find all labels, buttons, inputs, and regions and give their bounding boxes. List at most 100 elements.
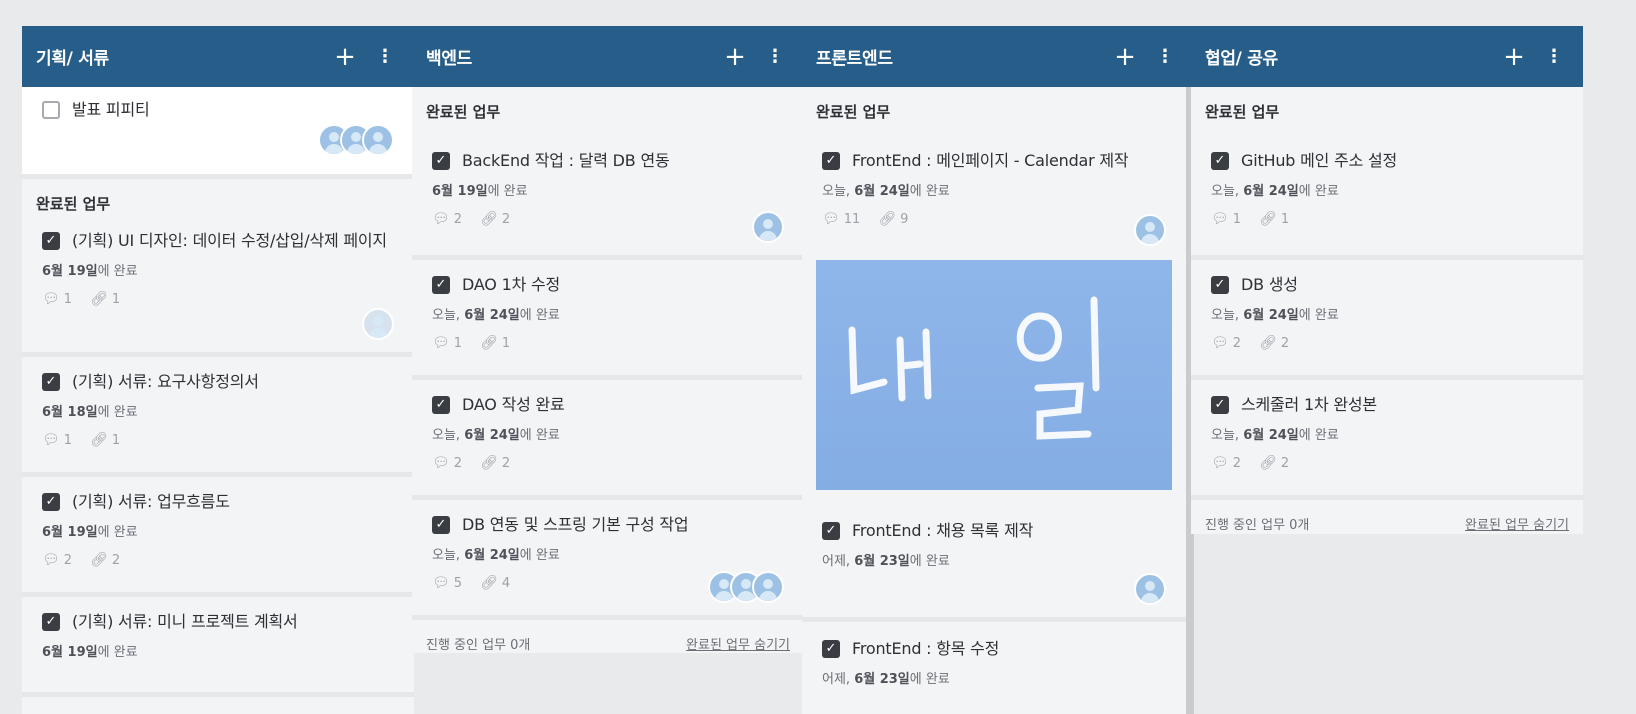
task-title: 스케줄러 1차 완성본	[1241, 395, 1377, 414]
task-title: (기획) UI 디자인: 데이터 수정/삽입/삭제 페이지	[72, 231, 387, 250]
completed-date: 오늘, 6월 24일에 완료	[1211, 308, 1339, 323]
task-title: FrontEnd : 메인페이지 - Calendar 제작	[852, 151, 1129, 170]
hide-completed-link[interactable]: 완료된 업무 숨기기	[1465, 514, 1569, 533]
checkbox-checked-icon[interactable]: ✓	[42, 493, 60, 511]
column-title: 프론트엔드	[816, 49, 893, 69]
completed-date: 오늘, 6월 24일에 완료	[432, 308, 560, 323]
task-card[interactable]: ✓ 스케줄러 1차 완성본 오늘, 6월 24일에 완료 💬︎ 2 🔗︎ 2	[1191, 380, 1583, 500]
assignees	[752, 211, 784, 243]
add-task-button[interactable]: +	[1499, 44, 1529, 70]
task-title: DAO 작성 완료	[462, 395, 565, 414]
task-card[interactable]: ✓ DB 연동 및 스프링 기본 구성 작업 오늘, 6월 24일에 완료 💬︎…	[412, 500, 804, 620]
comment-icon: 💬︎	[42, 552, 60, 568]
task-title: FrontEnd : 항목 수정	[852, 639, 1000, 658]
section-title: 완료된 업무	[1205, 103, 1280, 121]
task-title: FrontEnd : 채용 목록 제작	[852, 521, 1034, 540]
completed-date: 어제, 6월 23일에 완료	[822, 554, 950, 569]
section-title: 완료된 업무	[36, 195, 111, 213]
column-title: 협업/ 공유	[1205, 49, 1278, 69]
avatar	[362, 308, 394, 340]
checkbox-checked-icon[interactable]: ✓	[42, 373, 60, 391]
paperclip-icon: 🔗︎	[480, 211, 498, 227]
card-cover-image	[816, 260, 1172, 490]
checkbox-checked-icon[interactable]: ✓	[1211, 152, 1229, 170]
checkbox-unchecked-icon[interactable]	[42, 101, 60, 119]
add-task-button[interactable]: +	[1110, 44, 1140, 70]
task-card[interactable]: ✓ DAO 작성 완료 오늘, 6월 24일에 완료 💬︎ 2 🔗︎ 2	[412, 380, 804, 500]
task-card[interactable]: ✓ DB 생성 오늘, 6월 24일에 완료 💬︎ 2 🔗︎ 2	[1191, 260, 1583, 380]
checkbox-checked-icon[interactable]: ✓	[432, 276, 450, 294]
in-progress-count: 진행 중인 업무 0개	[426, 638, 531, 653]
column-planning: 기획/ 서류 + ⋮ 발표 피피티 완료된 업무 ✓ (기획) UI 디자인: …	[22, 26, 414, 714]
comment-icon: 💬︎	[1211, 211, 1229, 227]
assignees	[362, 308, 394, 340]
task-title: (기획) 서류: 미니 프로젝트 계획서	[72, 612, 298, 631]
checkbox-checked-icon[interactable]: ✓	[822, 522, 840, 540]
paperclip-icon: 🔗︎	[90, 291, 108, 307]
column-more-button[interactable]: ⋮	[370, 46, 400, 67]
task-counts: 💬︎ 1 🔗︎ 1	[42, 291, 121, 307]
section-title: 완료된 업무	[816, 103, 891, 121]
checkbox-checked-icon[interactable]: ✓	[42, 232, 60, 250]
avatar	[752, 211, 784, 243]
checkbox-checked-icon[interactable]: ✓	[822, 152, 840, 170]
paperclip-icon: 🔗︎	[90, 432, 108, 448]
task-title: GitHub 메인 주소 설정	[1241, 151, 1398, 170]
column-footer: 진행 중인 업무 0개 완료된 업무 숨기기	[412, 620, 804, 653]
task-card[interactable]: ✓ (기획) 서류: 요구사항정의서 6월 18일에 완료 💬︎ 1 🔗︎ 1	[22, 357, 414, 477]
task-card[interactable]: ✓ FrontEnd : 채용 목록 제작 어제, 6월 23일에 완료	[802, 504, 1186, 622]
paperclip-icon: 🔗︎	[1259, 455, 1277, 471]
checkbox-checked-icon[interactable]: ✓	[432, 396, 450, 414]
task-card[interactable]: ✓ BackEnd 작업 : 달력 DB 연동 6월 19일에 완료 💬︎ 2 🔗…	[412, 132, 804, 260]
comment-icon: 💬︎	[432, 211, 450, 227]
avatar	[752, 571, 784, 603]
hide-completed-link[interactable]: 완료된 업무 숨기기	[686, 634, 790, 653]
checkbox-checked-icon[interactable]: ✓	[432, 516, 450, 534]
task-title: 발표 피피티	[72, 100, 150, 119]
completed-date: 오늘, 6월 24일에 완료	[822, 184, 950, 199]
task-card[interactable]: ✓ (기획) UI 디자인: 데이터 수정/삽입/삭제 페이지 6월 19일에 …	[22, 224, 414, 357]
completed-date: 오늘, 6월 24일에 완료	[1211, 184, 1339, 199]
column-title: 기획/ 서류	[36, 49, 109, 69]
column-more-button[interactable]: ⋮	[1539, 46, 1569, 67]
task-card[interactable]: ✓ DAO 1차 수정 오늘, 6월 24일에 완료 💬︎ 1 🔗︎ 1	[412, 260, 804, 380]
task-card[interactable]: ✓ (기획) 서류: 미니 프로젝트 계획서 6월 19일에 완료	[22, 597, 414, 697]
column-more-button[interactable]: ⋮	[760, 46, 790, 67]
checkbox-checked-icon[interactable]: ✓	[822, 640, 840, 658]
checkbox-checked-icon[interactable]: ✓	[1211, 396, 1229, 414]
avatar	[1134, 214, 1166, 246]
task-counts: 💬︎ 2 🔗︎ 2	[42, 552, 121, 568]
task-counts: 💬︎ 11 🔗︎ 9	[822, 211, 909, 227]
comment-icon: 💬︎	[42, 291, 60, 307]
completed-date: 6월 19일에 완료	[432, 184, 528, 199]
paperclip-icon: 🔗︎	[480, 575, 498, 591]
column-collaboration: 협업/ 공유 + ⋮ 완료된 업무 ✓ GitHub 메인 주소 설정 오늘, …	[1191, 26, 1583, 534]
task-counts: 💬︎ 2 🔗︎ 2	[1211, 455, 1290, 471]
task-card[interactable]: ✓ (기획) 서류: 업무흐름도 6월 19일에 완료 💬︎ 2 🔗︎ 2	[22, 477, 414, 597]
checkbox-checked-icon[interactable]: ✓	[42, 613, 60, 631]
column-header: 기획/ 서류 + ⋮	[22, 26, 414, 87]
completed-date: 6월 19일에 완료	[42, 645, 138, 660]
completed-date: 오늘, 6월 24일에 완료	[1211, 428, 1339, 443]
comment-icon: 💬︎	[42, 432, 60, 448]
task-card[interactable]: ✓ FrontEnd : 항목 수정 어제, 6월 23일에 완료	[802, 622, 1186, 714]
section-title: 완료된 업무	[426, 103, 501, 121]
add-task-button[interactable]: +	[720, 44, 750, 70]
assignees	[1134, 573, 1166, 605]
task-title: DAO 1차 수정	[462, 275, 561, 294]
checkbox-checked-icon[interactable]: ✓	[1211, 276, 1229, 294]
completed-date: 6월 18일에 완료	[42, 405, 138, 420]
column-backend: 백엔드 + ⋮ 완료된 업무 ✓ BackEnd 작업 : 달력 DB 연동 6…	[412, 26, 804, 653]
paperclip-icon: 🔗︎	[480, 455, 498, 471]
assignees	[318, 124, 394, 156]
task-counts: 💬︎ 2 🔗︎ 2	[432, 455, 511, 471]
checkbox-checked-icon[interactable]: ✓	[432, 152, 450, 170]
column-header: 프론트엔드 + ⋮	[802, 26, 1194, 87]
add-task-button[interactable]: +	[330, 44, 360, 70]
handwriting-image	[848, 296, 1100, 440]
task-card[interactable]: ✓ GitHub 메인 주소 설정 오늘, 6월 24일에 완료 💬︎ 1 🔗︎ 1	[1191, 132, 1583, 260]
task-title: (기획) 서류: 요구사항정의서	[72, 372, 259, 391]
task-card[interactable]: 발표 피피티	[22, 87, 414, 179]
completed-date: 어제, 6월 23일에 완료	[822, 672, 950, 687]
column-more-button[interactable]: ⋮	[1150, 46, 1180, 67]
